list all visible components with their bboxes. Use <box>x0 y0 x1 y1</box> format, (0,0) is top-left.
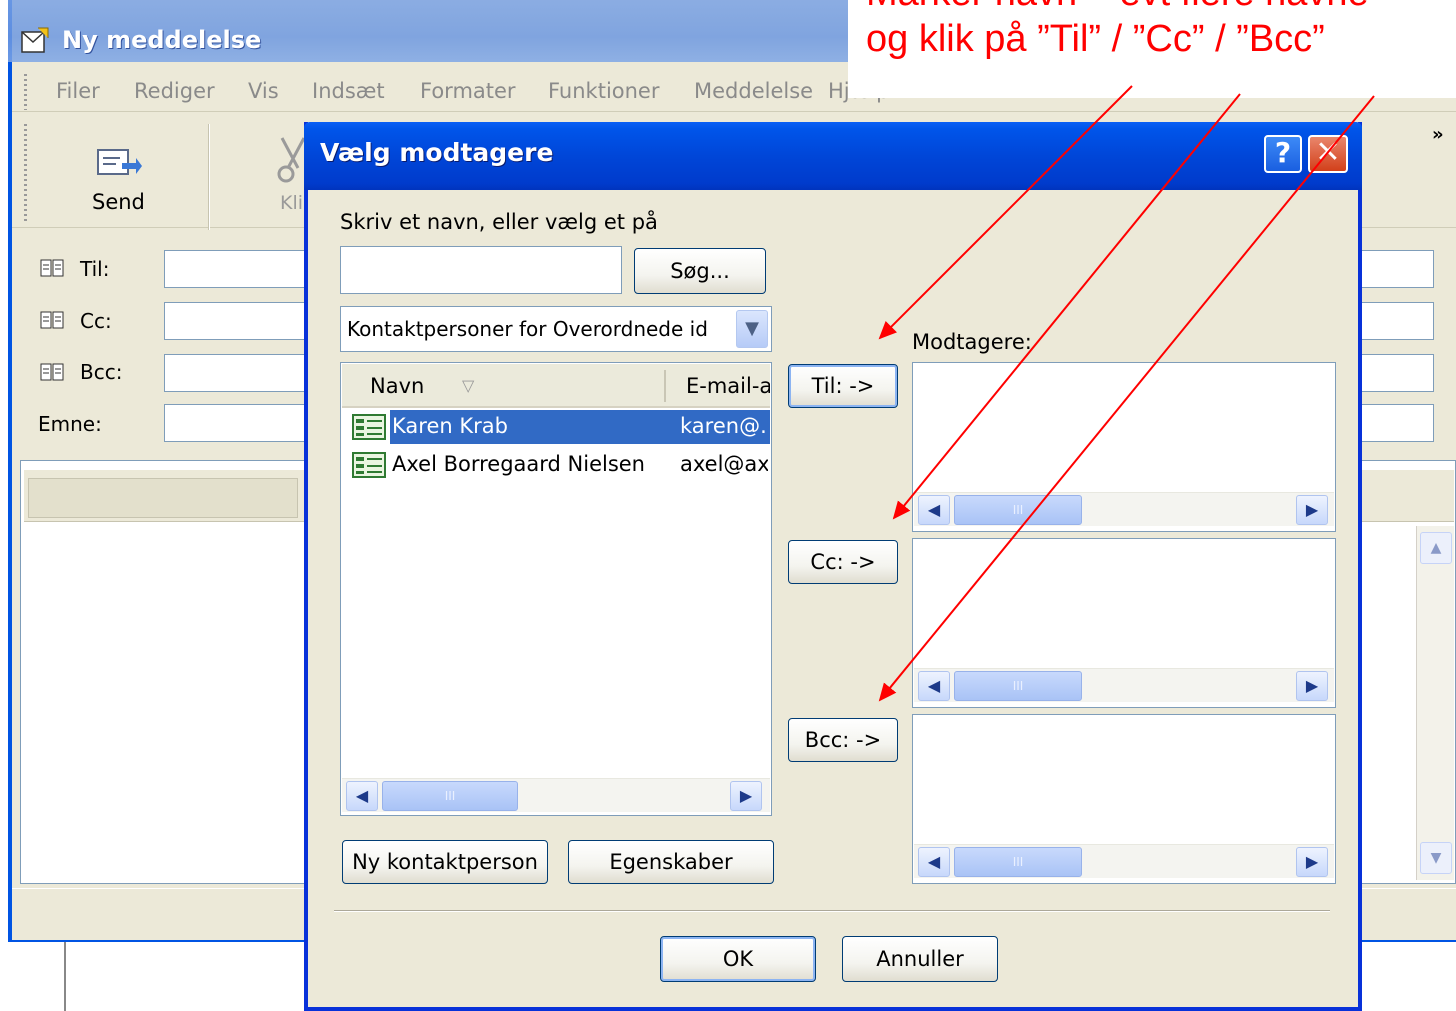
scroll-thumb[interactable]: III <box>954 495 1082 525</box>
scroll-thumb[interactable]: III <box>954 671 1082 701</box>
callout-line-2: og klik på ”Til” / ”Cc” / ”Bcc” <box>866 18 1325 60</box>
toolbar-overflow-icon[interactable]: » <box>1432 124 1444 145</box>
contact-email-axel[interactable]: axel@ax <box>680 452 768 476</box>
menu-formater[interactable]: Formater <box>420 79 516 103</box>
scroll-thumb[interactable]: III <box>382 781 518 811</box>
scroll-right-icon[interactable]: ▶ <box>1296 671 1328 701</box>
close-button[interactable]: ✕ <box>1308 135 1348 173</box>
cut-button-label[interactable]: Kli <box>280 192 303 214</box>
address-book-dropdown[interactable]: Kontaktpersoner for Overordnede id <box>340 306 772 352</box>
send-button-label[interactable]: Send <box>92 190 145 214</box>
toolbar-separator <box>208 124 210 230</box>
help-button[interactable]: ? <box>1264 135 1302 173</box>
address-book-icon[interactable] <box>40 310 64 330</box>
scroll-right-icon[interactable]: ▶ <box>1296 495 1328 525</box>
contact-card-icon <box>352 414 386 440</box>
scroll-left-icon[interactable]: ◀ <box>918 495 950 525</box>
sort-indicator-icon: ▽ <box>462 376 475 395</box>
instruction-callout: Marker navn – evt flere navne og klik på… <box>848 0 1456 98</box>
contact-list-hscrollbar[interactable]: ◀ III ▶ <box>342 778 770 812</box>
scroll-up-icon[interactable]: ▲ <box>1420 532 1452 564</box>
new-message-icon <box>21 27 49 53</box>
cc-button[interactable]: Cc: -> <box>788 540 898 584</box>
bcc-field-label[interactable]: Bcc: <box>80 360 122 384</box>
dialog-title: Vælg modtagere <box>320 138 554 167</box>
message-body-scrollbar[interactable]: ▲ ▼ <box>1416 526 1454 880</box>
scroll-left-icon[interactable]: ◀ <box>918 847 950 877</box>
to-box-hscrollbar[interactable]: ◀ III ▶ <box>914 492 1334 526</box>
contact-name-axel[interactable]: Axel Borregaard Nielsen <box>392 452 645 476</box>
address-book-selected: Kontaktpersoner for Overordnede id <box>347 317 708 341</box>
recipients-label: Modtagere: <box>912 330 1032 354</box>
menu-indsaet[interactable]: Indsæt <box>312 79 385 103</box>
cc-field-label[interactable]: Cc: <box>80 309 112 333</box>
address-book-icon[interactable] <box>40 258 64 278</box>
send-icon[interactable] <box>96 146 142 180</box>
cc-box-hscrollbar[interactable]: ◀ III ▶ <box>914 668 1334 702</box>
search-prompt-label: Skriv et navn, eller vælg et på <box>340 210 658 234</box>
contact-email-karen[interactable]: karen@. <box>680 414 768 438</box>
column-name-header[interactable]: Navn <box>370 374 424 398</box>
toolbar-grip[interactable] <box>24 124 27 224</box>
menu-meddelelse[interactable]: Meddelelse <box>694 79 813 103</box>
scroll-right-icon[interactable]: ▶ <box>1296 847 1328 877</box>
mail-window-title: Ny meddelelse <box>62 26 262 54</box>
ok-button[interactable]: OK <box>660 936 816 982</box>
scroll-right-icon[interactable]: ▶ <box>730 781 762 811</box>
dialog-separator <box>334 910 1330 912</box>
to-field-label[interactable]: Til: <box>80 257 109 281</box>
scroll-left-icon[interactable]: ◀ <box>346 781 378 811</box>
bcc-box-hscrollbar[interactable]: ◀ III ▶ <box>914 844 1334 878</box>
background-divider <box>64 942 66 1011</box>
column-separator[interactable] <box>664 370 666 402</box>
scroll-left-icon[interactable]: ◀ <box>918 671 950 701</box>
menu-filer[interactable]: Filer <box>56 79 100 103</box>
menu-vis[interactable]: Vis <box>248 79 279 103</box>
contact-name-karen[interactable]: Karen Krab <box>392 414 508 438</box>
search-button[interactable]: Søg... <box>634 248 766 294</box>
chevron-down-icon[interactable]: ▼ <box>736 310 768 348</box>
menu-funktioner[interactable]: Funktioner <box>548 79 660 103</box>
menu-rediger[interactable]: Rediger <box>134 79 215 103</box>
bcc-button[interactable]: Bcc: -> <box>788 718 898 762</box>
contact-card-icon <box>352 452 386 478</box>
new-contact-button[interactable]: Ny kontaktperson <box>342 840 548 884</box>
scroll-down-icon[interactable]: ▼ <box>1420 842 1452 874</box>
search-input[interactable] <box>340 246 622 294</box>
column-email-header[interactable]: E-mail-a <box>686 374 770 398</box>
font-selector[interactable] <box>28 478 298 518</box>
address-book-icon[interactable] <box>40 362 64 382</box>
scroll-thumb[interactable]: III <box>954 847 1082 877</box>
callout-line-1: Marker navn – evt flere navne <box>866 0 1456 16</box>
to-button[interactable]: Til: -> <box>788 364 898 408</box>
properties-button[interactable]: Egenskaber <box>568 840 774 884</box>
subject-field-label: Emne: <box>38 412 102 436</box>
cancel-button[interactable]: Annuller <box>842 936 998 982</box>
menubar-grip[interactable] <box>24 74 27 110</box>
